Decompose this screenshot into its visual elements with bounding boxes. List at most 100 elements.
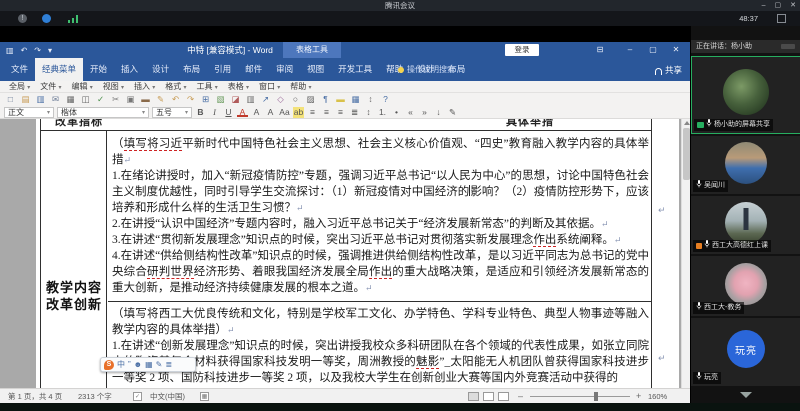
redo-icon[interactable]: ↷ (34, 46, 41, 55)
word-close-button[interactable]: ✕ (668, 42, 684, 58)
ribbon-tab-邮件[interactable]: 邮件 (238, 58, 269, 81)
zoom-in-button[interactable]: + (636, 389, 641, 404)
participant-tile[interactable]: 西工大-教务 (691, 256, 800, 316)
ime-mode-indicator[interactable]: 中 (117, 358, 125, 371)
menu-文件[interactable]: 文件 ▾ (35, 81, 66, 92)
share-button[interactable]: 共享 (655, 58, 682, 81)
menu-全局[interactable]: 全局 ▾ (4, 81, 35, 92)
save-icon[interactable]: ▥ (34, 94, 47, 105)
italic-button[interactable]: I (209, 107, 220, 118)
tell-me-search[interactable]: 操作说明搜索 (398, 58, 455, 81)
table-icon[interactable]: ⊞ (199, 94, 212, 105)
ribbon-tab-开发工具[interactable]: 开发工具 (331, 58, 379, 81)
fields-icon[interactable]: ¶ (319, 94, 332, 105)
login-button[interactable]: 登录 (505, 44, 539, 56)
row-content-cell[interactable]: （填写将习近平新时代中国特色社会主义思想、社会主义核心价值观、“四史”教育融入教… (108, 131, 651, 388)
web-layout-view-button[interactable] (498, 392, 509, 401)
menu-编辑[interactable]: 编辑 ▾ (67, 81, 98, 92)
cut-icon[interactable]: ✂ (109, 94, 122, 105)
print-layout-view-button[interactable] (483, 392, 494, 401)
meeting-minimize-button[interactable]: – (762, 0, 766, 11)
participant-tile[interactable]: 玩亮玩亮 (691, 318, 800, 386)
language-status[interactable]: 中文(中国) (150, 389, 185, 404)
indent-decrease-button[interactable]: « (405, 107, 416, 118)
menu-插入[interactable]: 插入 ▾ (129, 81, 160, 92)
scroll-thumb[interactable] (683, 128, 690, 180)
hyperlink-icon[interactable]: ↗ (259, 94, 272, 105)
ribbon-tab-插入[interactable]: 插入 (114, 58, 145, 81)
redo-icon[interactable]: ↷ (184, 94, 197, 105)
zoom-icon[interactable]: ○ (289, 94, 302, 105)
char-shading-button[interactable]: A (265, 107, 276, 118)
justify-button[interactable]: ≣ (349, 107, 360, 118)
paste-icon[interactable]: ▬ (139, 94, 152, 105)
numbering-button[interactable]: 1. (377, 107, 388, 118)
painter-icon[interactable]: ✎ (154, 94, 167, 105)
line-spacing-button[interactable]: ↕ (363, 107, 374, 118)
ribbon-tab-布局[interactable]: 布局 (176, 58, 207, 81)
word-count[interactable]: 2313 个字 (78, 389, 112, 404)
format-brush-button[interactable]: ✎ (447, 107, 458, 118)
customize-qat-icon[interactable]: ▾ (48, 46, 52, 55)
indent-increase-button[interactable]: » (419, 107, 430, 118)
ribbon-tab-文件[interactable]: 文件 (4, 58, 35, 81)
page-info[interactable]: 第 1 页，共 4 页 (8, 389, 62, 404)
record-icon[interactable] (42, 14, 51, 23)
fullscreen-icon[interactable] (777, 14, 786, 23)
menu-帮助[interactable]: 帮助 ▾ (285, 81, 316, 92)
word-vscrollbar[interactable] (681, 119, 690, 388)
sort-az-button[interactable]: ↓ (433, 107, 444, 118)
meeting-close-button[interactable]: ✕ (790, 0, 796, 11)
zoom-level[interactable]: 160% (648, 389, 667, 404)
menu-窗口[interactable]: 窗口 ▾ (254, 81, 285, 92)
ribbon-tab-开始[interactable]: 开始 (83, 58, 114, 81)
menu-视图[interactable]: 视图 ▾ (98, 81, 129, 92)
print-icon[interactable]: ▦ (64, 94, 77, 105)
style-select[interactable]: 正文▾ (4, 107, 54, 118)
ribbon-tab-经典菜单[interactable]: 经典菜单 (35, 58, 83, 81)
ribbon-tab-引用[interactable]: 引用 (207, 58, 238, 81)
highlight-icon[interactable]: ▬ (334, 94, 347, 105)
doc-paragraph[interactable]: （填写将习近平新时代中国特色社会主义思想、社会主义核心价值观、“四史”教育融入教… (112, 136, 649, 168)
meeting-info-icon[interactable]: ! (18, 14, 27, 23)
participant-tile[interactable]: 吴闻川 (691, 136, 800, 194)
meeting-maximize-button[interactable]: ▢ (775, 0, 782, 11)
ribbon-display-options-button[interactable]: ⊟ (592, 42, 608, 58)
new-icon[interactable]: □ (4, 94, 17, 105)
menu-工具[interactable]: 工具 ▾ (192, 81, 223, 92)
ime-tool-icon[interactable]: ☻ (134, 358, 142, 371)
participant-tile[interactable]: 杨小助的屏幕共享 (691, 56, 800, 134)
ime-tool-icon[interactable]: ✎ (156, 358, 163, 371)
menu-格式[interactable]: 格式 ▾ (160, 81, 191, 92)
ribbon-tab-设计[interactable]: 设计 (145, 58, 176, 81)
underline-button[interactable]: U (223, 107, 234, 118)
menu-表格[interactable]: 表格 ▾ (223, 81, 254, 92)
char-border-button[interactable]: A (251, 107, 262, 118)
picture-icon[interactable]: ▧ (214, 94, 227, 105)
collapse-participants-arrow[interactable] (740, 392, 752, 398)
save-icon[interactable]: ▥ (6, 46, 14, 55)
zoom-out-button[interactable]: – (518, 389, 523, 404)
macro-record-icon[interactable]: ▦ (200, 392, 209, 401)
font-color-button[interactable]: A (237, 107, 248, 117)
word-minimize-button[interactable]: – (622, 42, 638, 58)
ribbon-tab-视图[interactable]: 视图 (300, 58, 331, 81)
align-right-button[interactable]: ≡ (335, 107, 346, 118)
ime-bar[interactable]: S 中”☻▦✎≣ (100, 357, 196, 372)
ime-tool-icon[interactable]: ▦ (145, 358, 153, 371)
participant-tile[interactable]: 西工大高德红上课 (691, 196, 800, 254)
help-icon[interactable]: ? (379, 94, 392, 105)
size-select[interactable]: 五号▾ (152, 107, 192, 118)
preview-icon[interactable]: ◫ (79, 94, 92, 105)
doc-paragraph[interactable]: 4.在讲述“供给侧结构性改革”知识点的时候，强调推进供给侧结构性改革，是以习近平… (112, 248, 649, 296)
ime-logo-icon[interactable]: S (104, 360, 114, 370)
spellcheck-icon[interactable]: ✓ (133, 392, 142, 401)
doc-paragraph[interactable]: 2.在讲授“认识中国经济”专题内容时，融入习近平总书记关于“经济发展新常态”的判… (112, 216, 649, 232)
ime-tool-icon[interactable]: ≣ (165, 358, 172, 371)
columns-icon[interactable]: ▥ (244, 94, 257, 105)
zoom-slider[interactable] (530, 396, 630, 397)
spell-icon[interactable]: ✓ (94, 94, 107, 105)
read-mode-view-button[interactable] (468, 392, 479, 401)
align-center-button[interactable]: ≡ (321, 107, 332, 118)
align-left-button[interactable]: ≡ (307, 107, 318, 118)
